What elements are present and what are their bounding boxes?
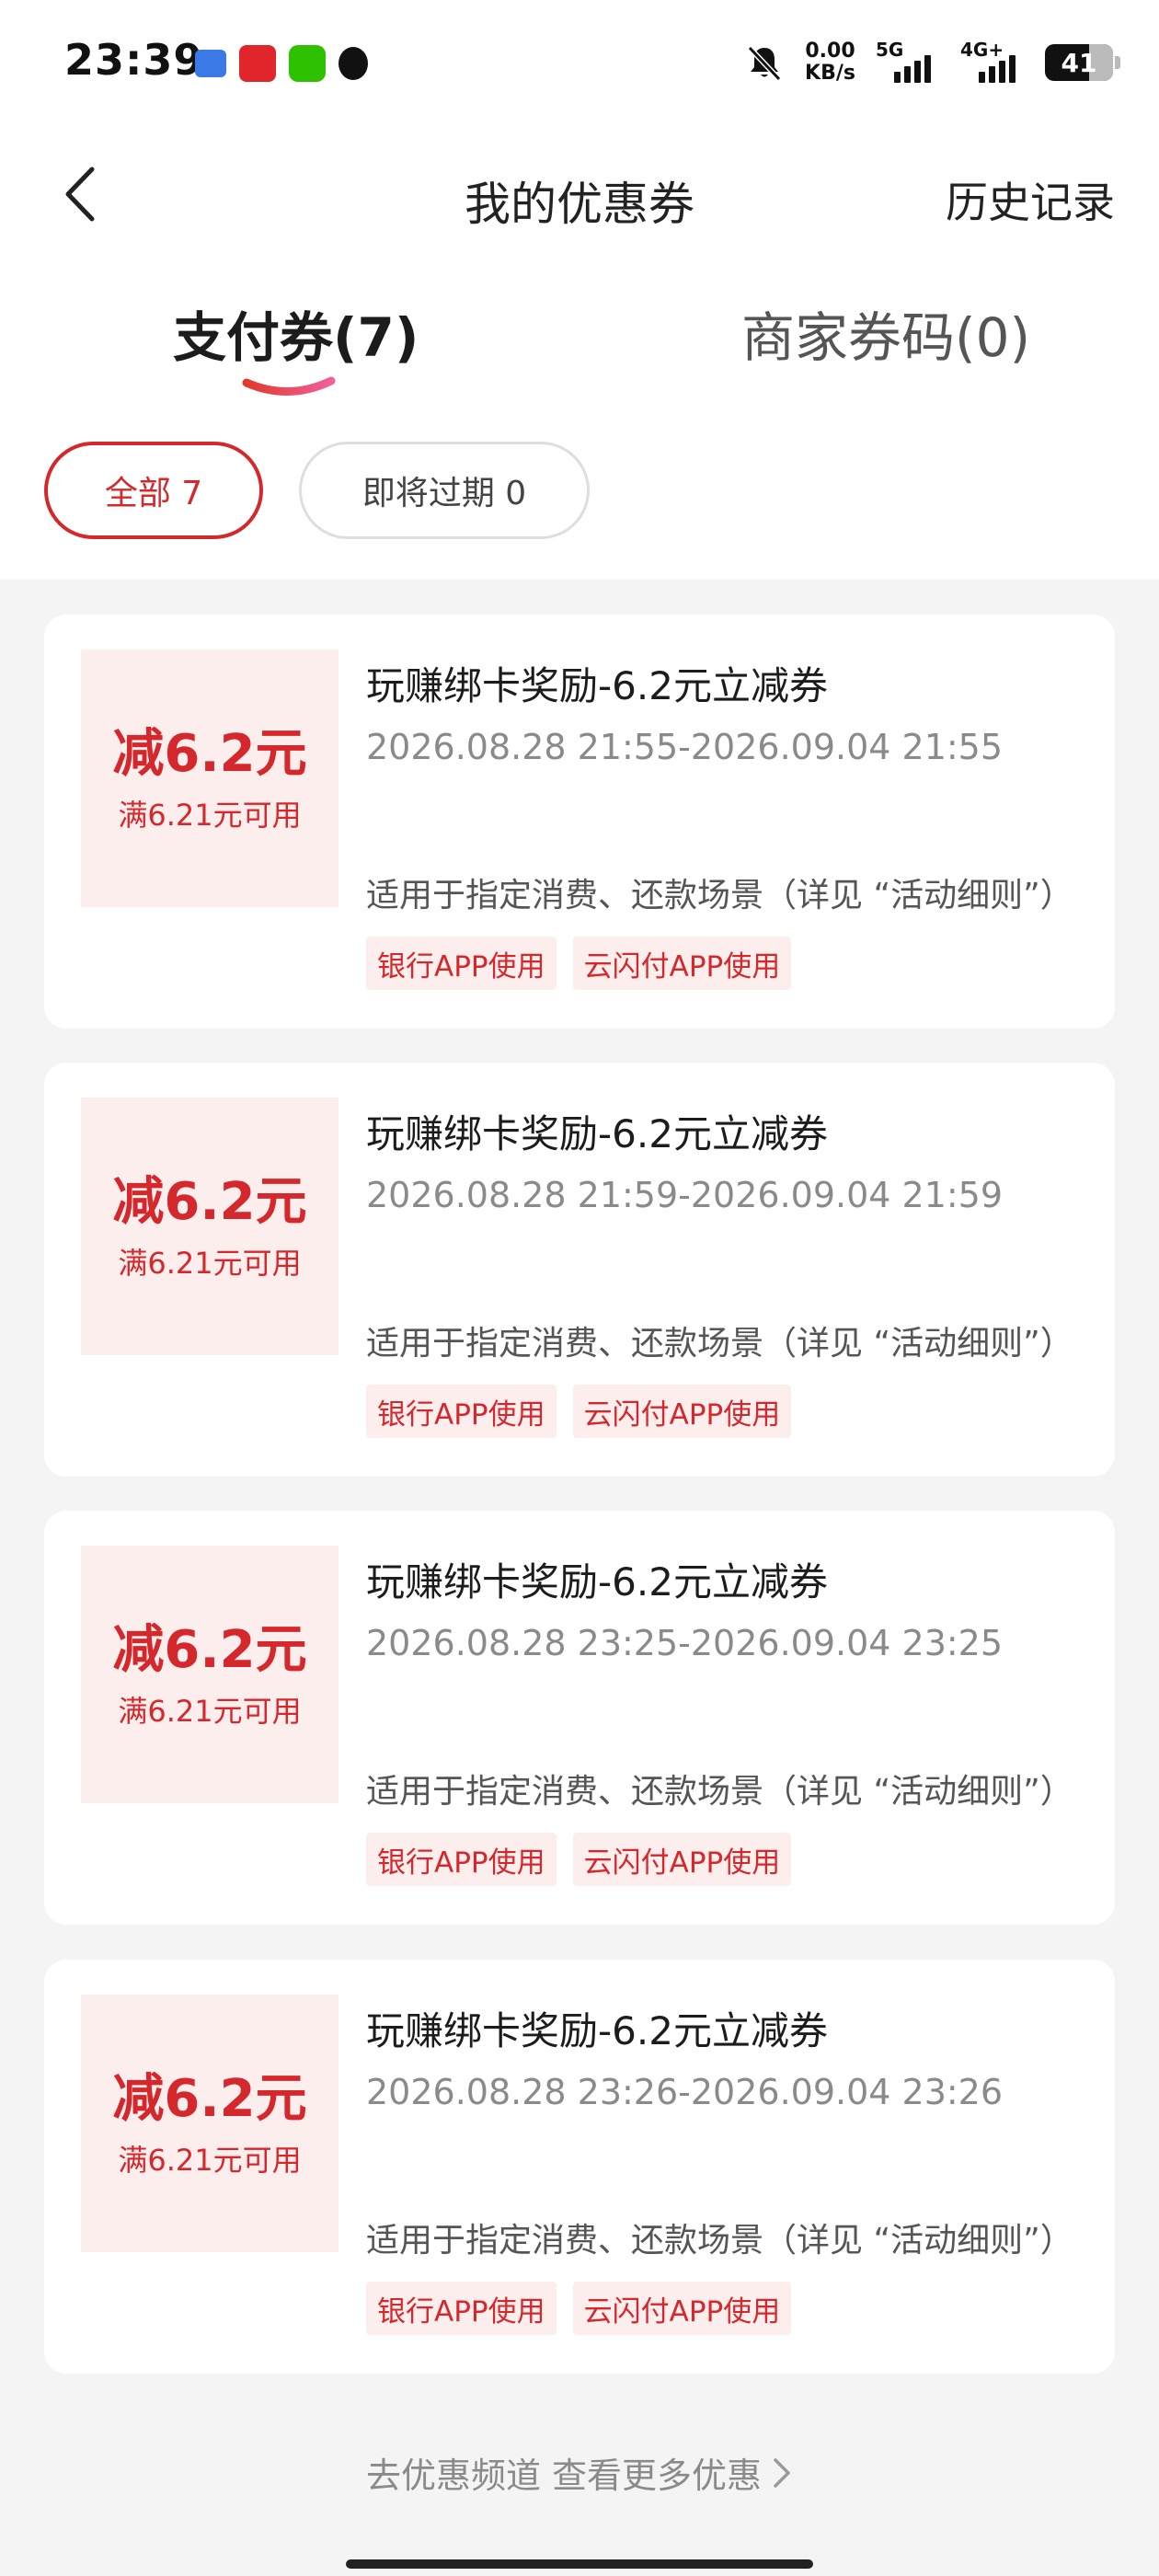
coupon-title: 玩赚绑卡奖励-6.2元立减券	[366, 1559, 828, 1604]
more-offers-label: 去优惠频道 查看更多优惠	[365, 2455, 763, 2496]
coupon-condition: 满6.21元可用	[118, 1694, 302, 1729]
tag-bank-app: 银行APP使用	[366, 1833, 557, 1886]
tag-unionpay-app: 云闪付APP使用	[572, 2282, 792, 2335]
coupon-period: 2026.08.28 21:55-2026.09.04 21:55	[366, 727, 1004, 767]
coupon-tags: 银行APP使用 云闪付APP使用	[366, 2282, 792, 2335]
signal-bar	[914, 61, 921, 83]
signal-bar	[1009, 55, 1016, 83]
tag-unionpay-app: 云闪付APP使用	[572, 937, 792, 990]
coupon-period: 2026.08.28 23:26-2026.09.04 23:26	[366, 2072, 1004, 2112]
filter-all[interactable]: 全部 7	[44, 442, 263, 539]
coupon-condition: 满6.21元可用	[118, 2143, 302, 2178]
coupon-amount: 减6.2元	[112, 2069, 307, 2129]
signal-bar	[894, 72, 901, 83]
coupon-amount: 减6.2元	[112, 1172, 307, 1232]
home-indicator[interactable]	[346, 2559, 813, 2569]
sim2-label: 4G+	[960, 39, 1004, 61]
wechat-icon	[289, 45, 326, 82]
notification-icons	[195, 44, 368, 83]
signal-bar	[989, 66, 995, 83]
tag-bank-app: 银行APP使用	[366, 937, 557, 990]
nav-bar: 我的优惠券 历史记录	[0, 138, 1159, 248]
filter-expiring[interactable]: 即将过期 0	[299, 442, 590, 539]
tag-bank-app: 银行APP使用	[366, 2282, 557, 2335]
signal-sim1-icon: 5G	[876, 39, 940, 83]
coupon-amount-box: 减6.2元 满6.21元可用	[81, 650, 339, 907]
net-speed-value: 0.00	[805, 40, 855, 63]
coupon-tags: 银行APP使用 云闪付APP使用	[366, 937, 792, 990]
signal-bar	[904, 66, 911, 83]
unionpay-app-icon	[239, 45, 276, 82]
coupon-tags: 银行APP使用 云闪付APP使用	[366, 1833, 792, 1886]
tag-unionpay-app: 云闪付APP使用	[572, 1385, 792, 1438]
tab-merchant-codes[interactable]: 商家券码(0)	[741, 294, 1030, 372]
message-app-icon	[195, 50, 226, 77]
coupon-condition: 满6.21元可用	[118, 798, 302, 833]
coupon-amount: 减6.2元	[112, 1620, 307, 1680]
coupon-title: 玩赚绑卡奖励-6.2元立减券	[366, 1111, 828, 1156]
battery-icon: 41	[1045, 44, 1120, 81]
status-right: 0.00 KB/s 5G 4G+ 41	[744, 37, 1120, 88]
coupon-description: 适用于指定消费、还款场景（详见 “活动细则”）	[366, 2222, 1073, 2260]
coupon-description: 适用于指定消费、还款场景（详见 “活动细则”）	[366, 877, 1073, 914]
coupon-period: 2026.08.28 23:25-2026.09.04 23:25	[366, 1623, 1004, 1663]
bell-muted-icon	[747, 45, 782, 82]
signal-bar	[979, 72, 985, 83]
signal-sim2-icon: 4G+	[960, 39, 1025, 83]
coupon-title: 玩赚绑卡奖励-6.2元立减券	[366, 2008, 828, 2053]
history-button[interactable]: 历史记录	[946, 169, 1115, 230]
tag-unionpay-app: 云闪付APP使用	[572, 1833, 792, 1886]
coupon-card[interactable]: 减6.2元 满6.21元可用 玩赚绑卡奖励-6.2元立减券 2026.08.28…	[44, 1511, 1115, 1925]
tab-payment-coupons[interactable]: 支付券(7)	[173, 294, 419, 372]
coupon-period: 2026.08.28 21:59-2026.09.04 21:59	[366, 1175, 1004, 1215]
qq-icon	[339, 47, 368, 80]
coupon-description: 适用于指定消费、还款场景（详见 “活动细则”）	[366, 1325, 1073, 1363]
coupon-title: 玩赚绑卡奖励-6.2元立减券	[366, 663, 828, 708]
coupon-description: 适用于指定消费、还款场景（详见 “活动细则”）	[366, 1773, 1073, 1811]
coupon-amount-box: 减6.2元 满6.21元可用	[81, 1098, 339, 1355]
coupon-amount-box: 减6.2元 满6.21元可用	[81, 1995, 339, 2252]
sim1-label: 5G	[876, 39, 904, 61]
signal-bar	[999, 61, 1005, 83]
coupon-card[interactable]: 减6.2元 满6.21元可用 玩赚绑卡奖励-6.2元立减券 2026.08.28…	[44, 1063, 1115, 1477]
net-speed-unit: KB/s	[805, 62, 855, 85]
coupon-tabs: 支付券(7) 商家券码(0)	[0, 294, 1159, 405]
coupon-tags: 银行APP使用 云闪付APP使用	[366, 1385, 792, 1438]
coupon-amount-box: 减6.2元 满6.21元可用	[81, 1546, 339, 1803]
active-tab-indicator	[242, 376, 336, 396]
signal-bar	[924, 55, 931, 83]
status-time: 23:39	[64, 35, 204, 85]
chevron-right-icon	[774, 2457, 790, 2488]
coupon-card[interactable]: 减6.2元 满6.21元可用 玩赚绑卡奖励-6.2元立减券 2026.08.28…	[44, 615, 1115, 1029]
coupon-condition: 满6.21元可用	[118, 1246, 302, 1281]
battery-level: 41	[1061, 47, 1097, 78]
more-offers-link[interactable]: 去优惠频道 查看更多优惠	[0, 2447, 1159, 2498]
coupon-amount: 减6.2元	[112, 724, 307, 784]
network-speed: 0.00 KB/s	[805, 40, 855, 85]
coupon-card[interactable]: 减6.2元 满6.21元可用 玩赚绑卡奖励-6.2元立减券 2026.08.28…	[44, 1960, 1115, 2374]
status-bar: 23:39 0.00 KB/s 5G 4G+ 41	[0, 0, 1159, 129]
tag-bank-app: 银行APP使用	[366, 1385, 557, 1438]
